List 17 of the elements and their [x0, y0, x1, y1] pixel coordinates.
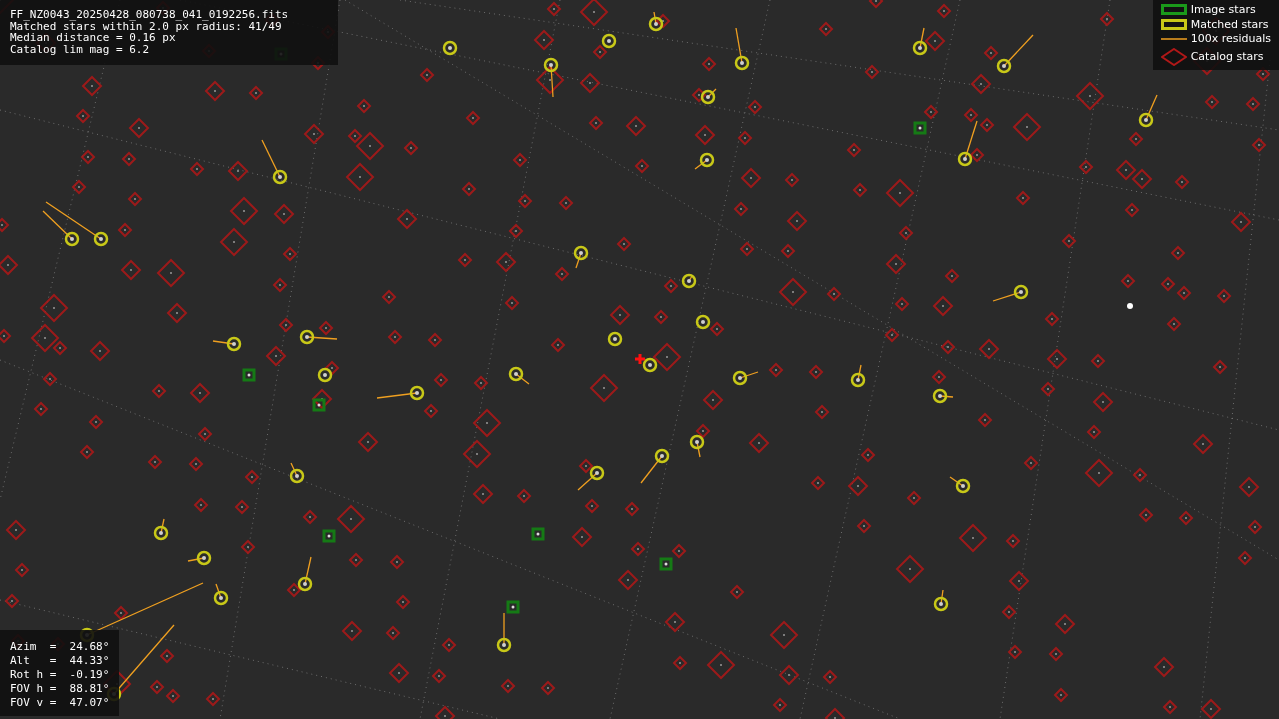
pointing-line: FOV v = 47.07°: [10, 696, 110, 710]
legend-label: Matched stars: [1190, 18, 1270, 30]
legend-swatch-icon: [1160, 18, 1187, 30]
legend-swatch-icon: [1160, 4, 1187, 16]
pointing-line: Alt = 44.33°: [10, 654, 110, 668]
legend-label: 100x residuals: [1190, 33, 1271, 45]
info-line: Median distance = 0.16 px: [10, 32, 176, 44]
pointing-line: Azim = 24.68°: [10, 640, 110, 654]
legend-swatch-icon: [1160, 37, 1187, 40]
info-line: Matched stars within 2.0 px radius: 41/49: [10, 20, 282, 32]
legend-swatch-icon: [1160, 47, 1187, 66]
pointing-line: Rot h = -0.19°: [10, 668, 110, 682]
legend-label: Catalog stars: [1190, 50, 1265, 63]
pointing-line: FOV h = 88.81°: [10, 682, 110, 696]
info-line: Catalog lim mag = 6.2: [10, 43, 151, 55]
info-line: FF_NZ0043_20250428_080738_041_0192256.fits: [10, 9, 289, 21]
legend-label: Image stars: [1190, 4, 1257, 16]
